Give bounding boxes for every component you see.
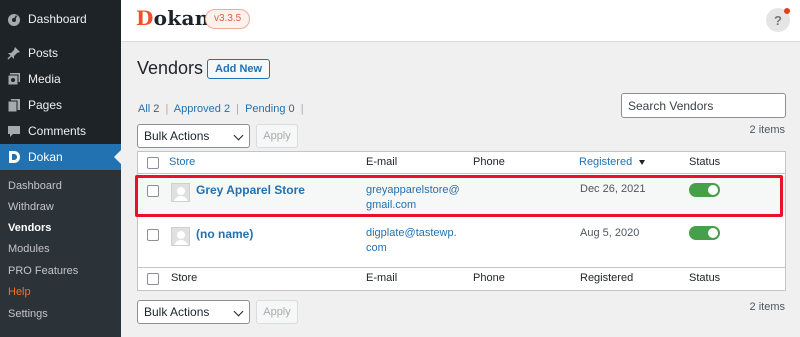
apply-button-top[interactable]: Apply — [256, 124, 298, 148]
submenu-item-modules[interactable]: Modules — [8, 243, 50, 255]
dokan-submenu: Dashboard Withdraw Vendors Modules PRO F… — [0, 170, 121, 337]
vendors-table: Store E-mail Phone Registered Status Gre… — [137, 151, 786, 291]
sidebar-item-comments[interactable]: Comments — [0, 118, 121, 144]
sidebar-item-label: Media — [28, 72, 61, 86]
toggle-knob — [708, 228, 718, 238]
email-link[interactable]: digplate@tastewp. com — [366, 226, 457, 256]
select-all-checkbox[interactable] — [147, 157, 159, 169]
sidebar-item-label: Dashboard — [28, 12, 87, 26]
column-phone-footer: Phone — [473, 272, 505, 284]
submenu-item-dashboard[interactable]: Dashboard — [8, 180, 62, 192]
add-new-button[interactable]: Add New — [207, 59, 271, 79]
submenu-item-vendors[interactable]: Vendors — [8, 222, 51, 234]
sidebar-item-posts[interactable]: Posts — [0, 40, 121, 66]
filter-approved-link[interactable]: Approved 2 — [174, 103, 230, 115]
sort-desc-icon — [639, 160, 645, 165]
column-email-footer: E-mail — [366, 272, 398, 284]
admin-sidebar: Dashboard Posts Media Pages Comments Dok… — [0, 0, 121, 337]
toggle-knob — [708, 185, 718, 195]
column-phone: Phone — [473, 156, 505, 168]
column-store[interactable]: Store — [169, 156, 195, 168]
bulk-actions-select-bottom[interactable]: Bulk Actions — [137, 300, 250, 324]
sidebar-item-label: Dokan — [28, 150, 63, 164]
sidebar-item-label: Comments — [28, 124, 87, 138]
row-checkbox[interactable] — [147, 185, 159, 197]
dokan-logo: Dokan — [136, 6, 210, 30]
column-registered-footer: Registered — [580, 272, 634, 284]
bulk-actions-label: Bulk Actions — [144, 305, 210, 319]
filter-separator: | — [165, 103, 169, 115]
submenu-item-help[interactable]: Help — [8, 286, 31, 298]
column-store-footer: Store — [171, 272, 198, 284]
filter-separator: | — [236, 103, 239, 115]
column-status-footer: Status — [689, 272, 721, 284]
sidebar-item-pages[interactable]: Pages — [0, 92, 121, 118]
question-icon: ? — [774, 12, 782, 28]
items-count-top: 2 items — [749, 124, 785, 136]
sidebar-item-dokan[interactable]: Dokan — [0, 144, 121, 170]
chevron-down-icon — [233, 130, 244, 141]
status-filters: All 2 | Approved 2 | Pending 0 | — [138, 103, 307, 115]
column-email: E-mail — [366, 156, 398, 168]
sidebar-item-dashboard[interactable]: Dashboard — [0, 6, 121, 32]
table-row: Grey Apparel Store greyapparelstore@ gmai… — [138, 175, 785, 217]
items-count-bottom: 2 items — [749, 301, 785, 313]
pages-icon — [7, 98, 21, 112]
bulk-actions-select-top[interactable]: Bulk Actions — [137, 124, 250, 148]
sidebar-item-media[interactable]: Media — [0, 66, 121, 92]
media-icon — [7, 72, 21, 86]
select-all-checkbox-footer[interactable] — [147, 273, 159, 285]
table-header: Store E-mail Phone Registered Status — [138, 152, 785, 174]
comments-icon — [7, 124, 21, 138]
pending-count: 0 — [288, 103, 295, 115]
registered-date: Dec 26, 2021 — [580, 183, 646, 195]
notification-dot — [784, 8, 790, 14]
active-menu-arrow — [114, 150, 121, 164]
dokan-header: Dokan v3.3.5 ? — [121, 0, 800, 42]
avatar — [171, 183, 190, 202]
registered-date: Aug 5, 2020 — [580, 227, 640, 239]
row-checkbox[interactable] — [147, 229, 159, 241]
pin-icon — [7, 46, 21, 60]
avatar — [171, 227, 190, 246]
store-name-link[interactable]: Grey Apparel Store — [196, 183, 305, 197]
status-toggle[interactable] — [689, 226, 720, 240]
filter-separator: | — [300, 103, 304, 115]
sidebar-item-label: Posts — [28, 46, 59, 60]
status-toggle[interactable] — [689, 183, 720, 197]
table-row: (no name) digplate@tastewp. com Aug 5, 20… — [138, 218, 785, 263]
chevron-down-icon — [233, 306, 244, 317]
column-status: Status — [689, 156, 721, 168]
search-vendors-input[interactable] — [621, 93, 786, 118]
help-button[interactable]: ? — [766, 8, 790, 32]
apply-button-bottom[interactable]: Apply — [256, 300, 298, 324]
submenu-item-withdraw[interactable]: Withdraw — [8, 201, 54, 213]
filter-pending-link[interactable]: Pending — [245, 103, 285, 115]
dokan-icon — [7, 150, 21, 164]
page-title: Vendors — [137, 58, 204, 78]
table-footer: Store E-mail Phone Registered Status — [138, 267, 785, 289]
submenu-item-pro-features[interactable]: PRO Features — [8, 265, 78, 277]
submenu-item-settings[interactable]: Settings — [8, 308, 48, 320]
column-registered[interactable]: Registered — [579, 156, 632, 168]
store-name-link[interactable]: (no name) — [196, 227, 253, 241]
bulk-actions-label: Bulk Actions — [144, 129, 210, 143]
version-badge: v3.3.5 — [205, 9, 251, 29]
filter-all-link[interactable]: All 2 — [138, 103, 159, 115]
email-link[interactable]: greyapparelstore@ gmail.com — [366, 183, 460, 213]
sidebar-item-label: Pages — [28, 98, 63, 112]
dashboard-icon — [7, 12, 21, 26]
